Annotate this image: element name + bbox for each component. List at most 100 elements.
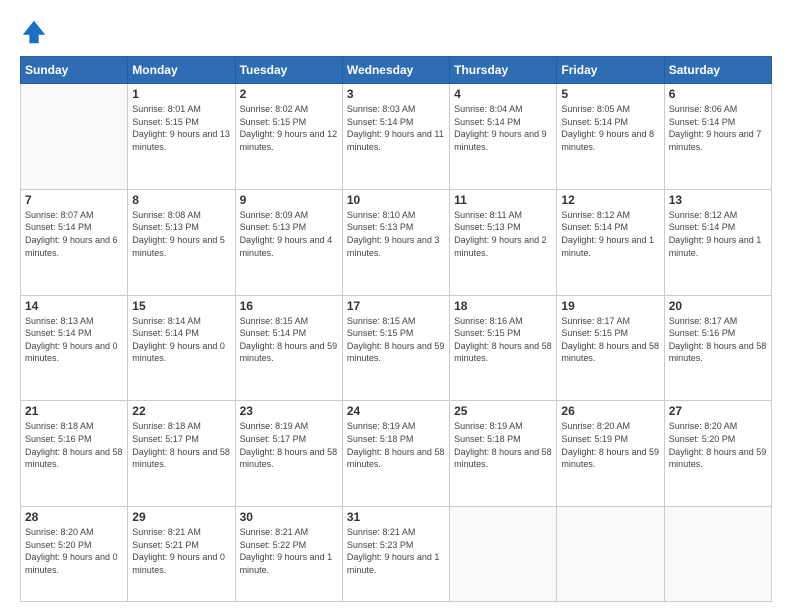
calendar-day-cell: 20 Sunrise: 8:17 AMSunset: 5:16 PMDayligh…: [664, 295, 771, 401]
day-info: Sunrise: 8:19 AMSunset: 5:18 PMDaylight:…: [454, 420, 552, 470]
day-info: Sunrise: 8:06 AMSunset: 5:14 PMDaylight:…: [669, 103, 767, 153]
calendar-day-cell: [557, 507, 664, 602]
calendar-day-cell: 28 Sunrise: 8:20 AMSunset: 5:20 PMDayligh…: [21, 507, 128, 602]
weekday-header: Wednesday: [342, 57, 449, 84]
calendar-day-cell: 7 Sunrise: 8:07 AMSunset: 5:14 PMDaylight…: [21, 189, 128, 295]
day-number: 22: [132, 404, 230, 418]
day-info: Sunrise: 8:12 AMSunset: 5:14 PMDaylight:…: [561, 209, 659, 259]
day-number: 7: [25, 193, 123, 207]
day-number: 2: [240, 87, 338, 101]
calendar-day-cell: 5 Sunrise: 8:05 AMSunset: 5:14 PMDaylight…: [557, 84, 664, 190]
calendar-day-cell: 11 Sunrise: 8:11 AMSunset: 5:13 PMDayligh…: [450, 189, 557, 295]
day-number: 23: [240, 404, 338, 418]
calendar-day-cell: 14Sunrise: 8:13 AMSunset: 5:14 PMDayligh…: [21, 295, 128, 401]
calendar-day-cell: [450, 507, 557, 602]
calendar-day-cell: 18 Sunrise: 8:16 AMSunset: 5:15 PMDayligh…: [450, 295, 557, 401]
day-info: Sunrise: 8:05 AMSunset: 5:14 PMDaylight:…: [561, 103, 659, 153]
day-number: 25: [454, 404, 552, 418]
calendar-day-cell: 30 Sunrise: 8:21 AMSunset: 5:22 PMDayligh…: [235, 507, 342, 602]
day-info: Sunrise: 8:19 AMSunset: 5:17 PMDaylight:…: [240, 420, 338, 470]
calendar-day-cell: 21 Sunrise: 8:18 AMSunset: 5:16 PMDayligh…: [21, 401, 128, 507]
day-number: 30: [240, 510, 338, 524]
day-info: Sunrise: 8:10 AMSunset: 5:13 PMDaylight:…: [347, 209, 445, 259]
day-info: Sunrise: 8:07 AMSunset: 5:14 PMDaylight:…: [25, 209, 123, 259]
day-info: Sunrise: 8:15 AMSunset: 5:15 PMDaylight:…: [347, 315, 445, 365]
day-info: Sunrise: 8:09 AMSunset: 5:13 PMDaylight:…: [240, 209, 338, 259]
day-number: 4: [454, 87, 552, 101]
calendar-day-cell: 22Sunrise: 8:18 AMSunset: 5:17 PMDayligh…: [128, 401, 235, 507]
day-info: Sunrise: 8:18 AMSunset: 5:16 PMDaylight:…: [25, 420, 123, 470]
calendar-week-row: 14Sunrise: 8:13 AMSunset: 5:14 PMDayligh…: [21, 295, 772, 401]
calendar-day-cell: 29 Sunrise: 8:21 AMSunset: 5:21 PMDayligh…: [128, 507, 235, 602]
weekday-header: Thursday: [450, 57, 557, 84]
calendar-day-cell: 9 Sunrise: 8:09 AMSunset: 5:13 PMDaylight…: [235, 189, 342, 295]
calendar-day-cell: 19 Sunrise: 8:17 AMSunset: 5:15 PMDayligh…: [557, 295, 664, 401]
day-info: Sunrise: 8:02 AMSunset: 5:15 PMDaylight:…: [240, 103, 338, 153]
day-info: Sunrise: 8:19 AMSunset: 5:18 PMDaylight:…: [347, 420, 445, 470]
calendar-day-cell: 12 Sunrise: 8:12 AMSunset: 5:14 PMDayligh…: [557, 189, 664, 295]
day-number: 27: [669, 404, 767, 418]
calendar-day-cell: 1Sunrise: 8:01 AMSunset: 5:15 PMDaylight…: [128, 84, 235, 190]
day-number: 12: [561, 193, 659, 207]
day-info: Sunrise: 8:04 AMSunset: 5:14 PMDaylight:…: [454, 103, 552, 153]
day-number: 5: [561, 87, 659, 101]
calendar-day-cell: 2 Sunrise: 8:02 AMSunset: 5:15 PMDaylight…: [235, 84, 342, 190]
day-info: Sunrise: 8:20 AMSunset: 5:19 PMDaylight:…: [561, 420, 659, 470]
calendar-day-cell: 26 Sunrise: 8:20 AMSunset: 5:19 PMDayligh…: [557, 401, 664, 507]
calendar-week-row: 7 Sunrise: 8:07 AMSunset: 5:14 PMDaylight…: [21, 189, 772, 295]
day-info: Sunrise: 8:20 AMSunset: 5:20 PMDaylight:…: [669, 420, 767, 470]
calendar-day-cell: [21, 84, 128, 190]
day-number: 17: [347, 299, 445, 313]
weekday-header: Sunday: [21, 57, 128, 84]
day-info: Sunrise: 8:08 AMSunset: 5:13 PMDaylight:…: [132, 209, 230, 259]
day-number: 20: [669, 299, 767, 313]
day-number: 16: [240, 299, 338, 313]
calendar-day-cell: 4 Sunrise: 8:04 AMSunset: 5:14 PMDaylight…: [450, 84, 557, 190]
day-info: Sunrise: 8:17 AMSunset: 5:15 PMDaylight:…: [561, 315, 659, 365]
day-info: Sunrise: 8:21 AMSunset: 5:21 PMDaylight:…: [132, 526, 230, 576]
day-number: 13: [669, 193, 767, 207]
day-number: 21: [25, 404, 123, 418]
calendar-week-row: 21 Sunrise: 8:18 AMSunset: 5:16 PMDayligh…: [21, 401, 772, 507]
day-number: 3: [347, 87, 445, 101]
calendar-day-cell: [664, 507, 771, 602]
weekday-header: Saturday: [664, 57, 771, 84]
calendar-day-cell: 24Sunrise: 8:19 AMSunset: 5:18 PMDayligh…: [342, 401, 449, 507]
calendar-header-row: SundayMondayTuesdayWednesdayThursdayFrid…: [21, 57, 772, 84]
day-info: Sunrise: 8:21 AMSunset: 5:22 PMDaylight:…: [240, 526, 338, 576]
day-info: Sunrise: 8:11 AMSunset: 5:13 PMDaylight:…: [454, 209, 552, 259]
calendar-table: SundayMondayTuesdayWednesdayThursdayFrid…: [20, 56, 772, 602]
day-info: Sunrise: 8:14 AMSunset: 5:14 PMDaylight:…: [132, 315, 230, 365]
calendar-day-cell: 8 Sunrise: 8:08 AMSunset: 5:13 PMDaylight…: [128, 189, 235, 295]
logo-icon: [20, 18, 48, 46]
day-info: Sunrise: 8:17 AMSunset: 5:16 PMDaylight:…: [669, 315, 767, 365]
day-number: 11: [454, 193, 552, 207]
day-number: 18: [454, 299, 552, 313]
calendar-day-cell: 13 Sunrise: 8:12 AMSunset: 5:14 PMDayligh…: [664, 189, 771, 295]
header: [20, 18, 772, 46]
day-number: 9: [240, 193, 338, 207]
calendar-day-cell: 31 Sunrise: 8:21 AMSunset: 5:23 PMDayligh…: [342, 507, 449, 602]
day-number: 29: [132, 510, 230, 524]
day-number: 10: [347, 193, 445, 207]
weekday-header: Monday: [128, 57, 235, 84]
day-number: 6: [669, 87, 767, 101]
logo: [20, 18, 52, 46]
calendar-day-cell: 10 Sunrise: 8:10 AMSunset: 5:13 PMDayligh…: [342, 189, 449, 295]
day-info: Sunrise: 8:20 AMSunset: 5:20 PMDaylight:…: [25, 526, 123, 576]
day-number: 19: [561, 299, 659, 313]
day-info: Sunrise: 8:16 AMSunset: 5:15 PMDaylight:…: [454, 315, 552, 365]
day-number: 28: [25, 510, 123, 524]
weekday-header: Tuesday: [235, 57, 342, 84]
day-info: Sunrise: 8:01 AMSunset: 5:15 PMDaylight:…: [132, 103, 230, 153]
day-number: 8: [132, 193, 230, 207]
page: SundayMondayTuesdayWednesdayThursdayFrid…: [0, 0, 792, 612]
day-info: Sunrise: 8:21 AMSunset: 5:23 PMDaylight:…: [347, 526, 445, 576]
day-info: Sunrise: 8:12 AMSunset: 5:14 PMDaylight:…: [669, 209, 767, 259]
calendar-day-cell: 25 Sunrise: 8:19 AMSunset: 5:18 PMDayligh…: [450, 401, 557, 507]
calendar-day-cell: 16Sunrise: 8:15 AMSunset: 5:14 PMDayligh…: [235, 295, 342, 401]
calendar-day-cell: 27 Sunrise: 8:20 AMSunset: 5:20 PMDayligh…: [664, 401, 771, 507]
day-number: 15: [132, 299, 230, 313]
day-number: 26: [561, 404, 659, 418]
day-number: 31: [347, 510, 445, 524]
